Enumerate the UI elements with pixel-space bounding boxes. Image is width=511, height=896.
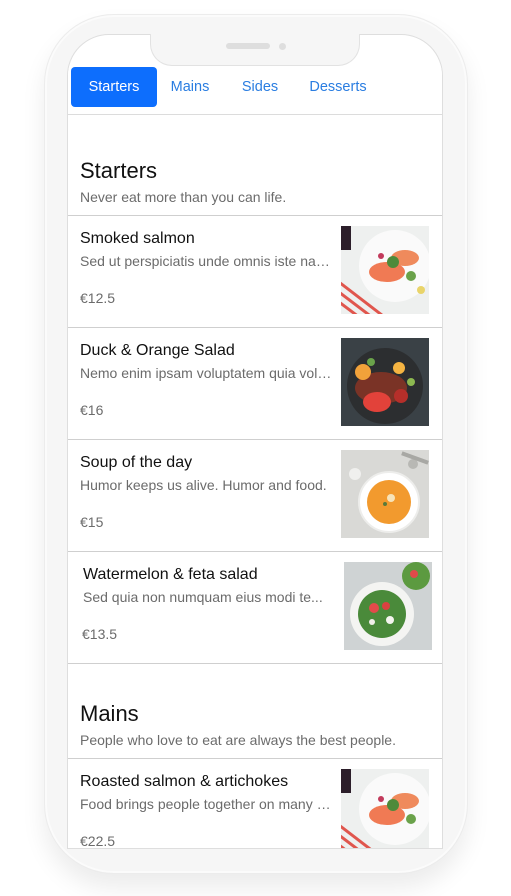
item-name: Duck & Orange Salad [80,342,235,359]
salmon-plate-image [341,769,429,848]
menu-item-roasted-salmon-artichokes[interactable]: Roasted salmon & artichokes Food brings … [68,759,442,849]
item-name: Smoked salmon [80,230,195,247]
item-name: Roasted salmon & artichokes [80,773,289,790]
tab-mains[interactable]: Mains [164,67,216,107]
section-title-mains: Mains [80,701,139,726]
item-description: Humor keeps us alive. Humor and food. [80,477,327,493]
duck-plate-image [341,338,429,426]
item-price: €12.5 [80,290,116,306]
item-price: €22.5 [80,833,116,849]
divider [68,663,442,664]
item-description: Sed ut perspiciatis unde omnis iste natu… [80,253,332,269]
item-price: €15 [80,514,104,530]
menu-item-soup-of-the-day[interactable]: Soup of the day Humor keeps us alive. Hu… [68,440,442,552]
category-tabs: Starters Mains Sides Desserts [68,65,442,115]
soup-bowl-image [341,450,429,538]
menu-item-watermelon-feta-salad[interactable]: Watermelon & feta salad Sed quia non num… [68,552,442,664]
section-subtitle-mains: People who love to eat are always the be… [80,732,396,748]
salmon-plate-image [341,226,429,314]
speaker [226,43,270,49]
phone-notch [150,34,360,66]
tab-sides[interactable]: Sides [234,67,286,107]
item-name: Watermelon & feta salad [83,566,258,583]
camera [279,43,286,50]
item-description: Nemo enim ipsam voluptatem quia voluptas [80,365,332,381]
screen: Starters Mains Sides Desserts Starters N… [67,34,443,849]
item-description: Sed quia non numquam eius modi te... [83,589,323,605]
tab-starters[interactable]: Starters [71,67,157,107]
salad-bowl-image [344,562,432,650]
item-price: €13.5 [82,626,118,642]
menu-item-duck-orange-salad[interactable]: Duck & Orange Salad Nemo enim ipsam volu… [68,328,442,440]
section-subtitle-starters: Never eat more than you can life. [80,189,287,205]
menu-item-smoked-salmon[interactable]: Smoked salmon Sed ut perspiciatis unde o… [68,216,442,328]
item-name: Soup of the day [80,454,193,471]
item-description: Food brings people together on many leve… [80,796,332,812]
section-title-starters: Starters [80,158,158,183]
tab-desserts[interactable]: Desserts [304,67,372,107]
item-price: €16 [80,402,104,418]
